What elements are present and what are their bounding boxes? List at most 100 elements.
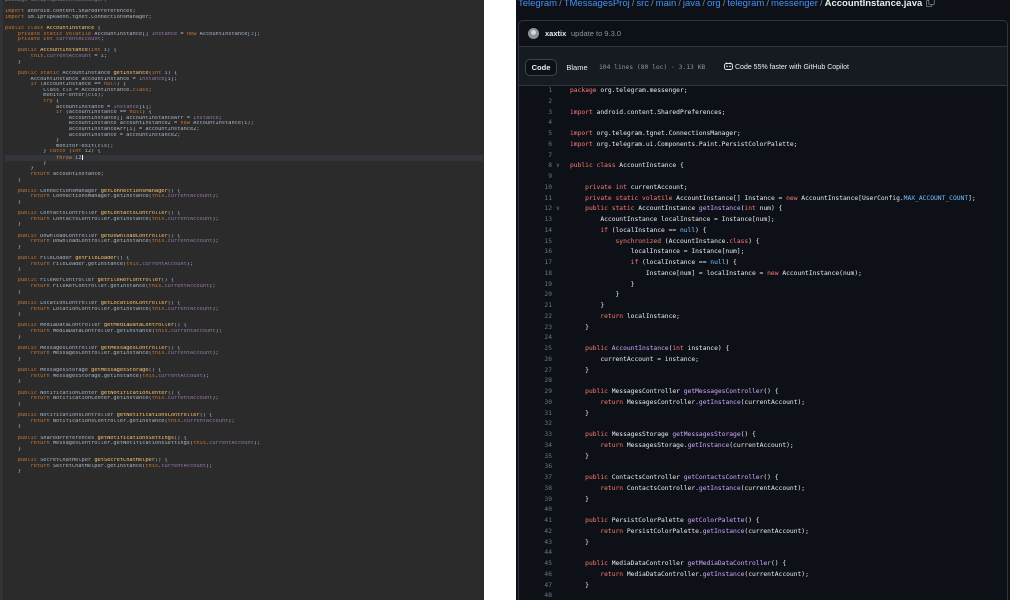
line-number[interactable]: 21: [519, 301, 552, 312]
copilot-promo[interactable]: Code 55% faster with GitHub Copilot: [724, 59, 849, 77]
code-line[interactable]: 32: [519, 419, 1007, 430]
code-line[interactable]: 14 if (localInstance == null) {: [519, 226, 1007, 237]
code-viewer[interactable]: 1 package org.telegram.messenger; 2 3 import…: [518, 86, 1008, 600]
line-number[interactable]: 30: [519, 398, 552, 409]
code-line[interactable]: 8 ∨ public class AccountInstance {: [519, 161, 1007, 172]
tab-blame[interactable]: Blame: [560, 59, 594, 76]
code-line[interactable]: 7: [519, 151, 1007, 162]
code-line[interactable]: 46 return MediaDataController.getInstanc…: [519, 570, 1007, 581]
code-line[interactable]: 13 AccountInstance localInstance = Insta…: [519, 215, 1007, 226]
breadcrumb-link-messenger[interactable]: messenger: [771, 0, 818, 9]
code-line[interactable]: 48: [519, 591, 1007, 600]
line-number[interactable]: 20: [519, 290, 552, 301]
line-number[interactable]: 34: [519, 441, 552, 452]
line-number[interactable]: 45: [519, 559, 552, 570]
commit-message[interactable]: update to 9.3.0: [571, 28, 621, 39]
commit-author[interactable]: xaxtix: [545, 28, 566, 39]
code-line[interactable]: 3 import android.content.SharedPreference…: [519, 108, 1007, 119]
line-number[interactable]: 32: [519, 419, 552, 430]
code-line[interactable]: 36: [519, 462, 1007, 473]
line-number[interactable]: 25: [519, 344, 552, 355]
breadcrumb-link-org[interactable]: org: [707, 0, 721, 9]
code-line[interactable]: 37 public ContactsController getContacts…: [519, 473, 1007, 484]
code-line[interactable]: 4: [519, 118, 1007, 129]
line-number[interactable]: 13: [519, 215, 552, 226]
code-line[interactable]: 23 }: [519, 323, 1007, 334]
line-number[interactable]: 42: [519, 527, 552, 538]
line-number[interactable]: 4: [519, 118, 552, 129]
code-line[interactable]: 24: [519, 333, 1007, 344]
line-number[interactable]: 10: [519, 183, 552, 194]
line-number[interactable]: 24: [519, 333, 552, 344]
code-line[interactable]: 47 }: [519, 581, 1007, 592]
code-line[interactable]: }: [5, 469, 483, 475]
code-line[interactable]: 18 Instance[num] = localInstance = new A…: [519, 269, 1007, 280]
code-line[interactable]: 43 }: [519, 538, 1007, 549]
line-number[interactable]: 31: [519, 409, 552, 420]
code-line[interactable]: 5 import org.telegram.tgnet.ConnectionsMa…: [519, 129, 1007, 140]
code-line[interactable]: 29 public MessagesController getMessages…: [519, 387, 1007, 398]
code-line[interactable]: 34 return MessagesStorage.getInstance(cu…: [519, 441, 1007, 452]
line-number[interactable]: 5: [519, 129, 552, 140]
fold-chevron-icon[interactable]: ∨: [556, 204, 564, 215]
line-number[interactable]: 29: [519, 387, 552, 398]
line-number[interactable]: 17: [519, 258, 552, 269]
code-line[interactable]: 40: [519, 505, 1007, 516]
line-number[interactable]: 6: [519, 140, 552, 151]
code-line[interactable]: 38 return ContactsController.getInstance…: [519, 484, 1007, 495]
line-number[interactable]: 23: [519, 323, 552, 334]
code-line[interactable]: 6 import org.telegram.ui.Components.Paint…: [519, 140, 1007, 151]
code-line[interactable]: 17 if (localInstance == null) {: [519, 258, 1007, 269]
code-line[interactable]: 44: [519, 548, 1007, 559]
breadcrumb-link-telegram[interactable]: Telegram: [518, 0, 557, 9]
breadcrumb-link-src[interactable]: src: [636, 0, 649, 9]
code-line[interactable]: 39 }: [519, 495, 1007, 506]
line-number[interactable]: 11: [519, 194, 552, 205]
code-line[interactable]: 33 public MessagesStorage getMessagesSto…: [519, 430, 1007, 441]
code-line[interactable]: 12 ∨ public static AccountInstance getIns…: [519, 204, 1007, 215]
line-number[interactable]: 15: [519, 237, 552, 248]
line-number[interactable]: 44: [519, 548, 552, 559]
line-number[interactable]: 40: [519, 505, 552, 516]
line-number[interactable]: 18: [519, 269, 552, 280]
code-line[interactable]: 45 public MediaDataController getMediaDa…: [519, 559, 1007, 570]
code-line[interactable]: 20 }: [519, 290, 1007, 301]
code-line[interactable]: 16 localInstance = Instance[num];: [519, 247, 1007, 258]
code-line[interactable]: 42 return PersistColorPalette.getInstanc…: [519, 527, 1007, 538]
latest-commit-bar[interactable]: xaxtix update to 9.3.0: [518, 20, 1008, 47]
avatar[interactable]: [528, 28, 539, 39]
line-number[interactable]: 2: [519, 97, 552, 108]
line-number[interactable]: 22: [519, 312, 552, 323]
line-number[interactable]: 47: [519, 581, 552, 592]
line-number[interactable]: 8: [519, 161, 552, 172]
decompiled-source-text[interactable]: package im.ipfupkaehn.messenger; import a…: [5, 0, 483, 475]
code-line[interactable]: 26 currentAccount = instance;: [519, 355, 1007, 366]
breadcrumb-link-tmessagesproj[interactable]: TMessagesProj: [564, 0, 630, 9]
breadcrumb-link-main[interactable]: main: [656, 0, 677, 9]
code-line[interactable]: 19 }: [519, 280, 1007, 291]
line-number[interactable]: 41: [519, 516, 552, 527]
code-line[interactable]: 35 }: [519, 452, 1007, 463]
code-line[interactable]: 21 }: [519, 301, 1007, 312]
line-number[interactable]: 26: [519, 355, 552, 366]
line-number[interactable]: 43: [519, 538, 552, 549]
fold-chevron-icon[interactable]: ∨: [556, 161, 564, 172]
line-number[interactable]: 1: [519, 86, 552, 97]
line-number[interactable]: 33: [519, 430, 552, 441]
line-number[interactable]: 3: [519, 108, 552, 119]
breadcrumb-link-java[interactable]: java: [683, 0, 700, 9]
code-line[interactable]: 11 private static volatile AccountInstan…: [519, 194, 1007, 205]
code-line[interactable]: 27 }: [519, 366, 1007, 377]
code-line[interactable]: 15 synchronized (AccountInstance.class) …: [519, 237, 1007, 248]
code-line[interactable]: 22 return localInstance;: [519, 312, 1007, 323]
line-number[interactable]: 12: [519, 204, 552, 215]
decompiled-code-editor[interactable]: package im.ipfupkaehn.messenger; import a…: [0, 0, 484, 600]
line-number[interactable]: 36: [519, 462, 552, 473]
code-line[interactable]: 41 public PersistColorPalette getColorPa…: [519, 516, 1007, 527]
code-line[interactable]: 9: [519, 172, 1007, 183]
line-number[interactable]: 9: [519, 172, 552, 183]
line-number[interactable]: 46: [519, 570, 552, 581]
line-number[interactable]: 14: [519, 226, 552, 237]
copy-icon[interactable]: [926, 0, 935, 12]
line-number[interactable]: 39: [519, 495, 552, 506]
